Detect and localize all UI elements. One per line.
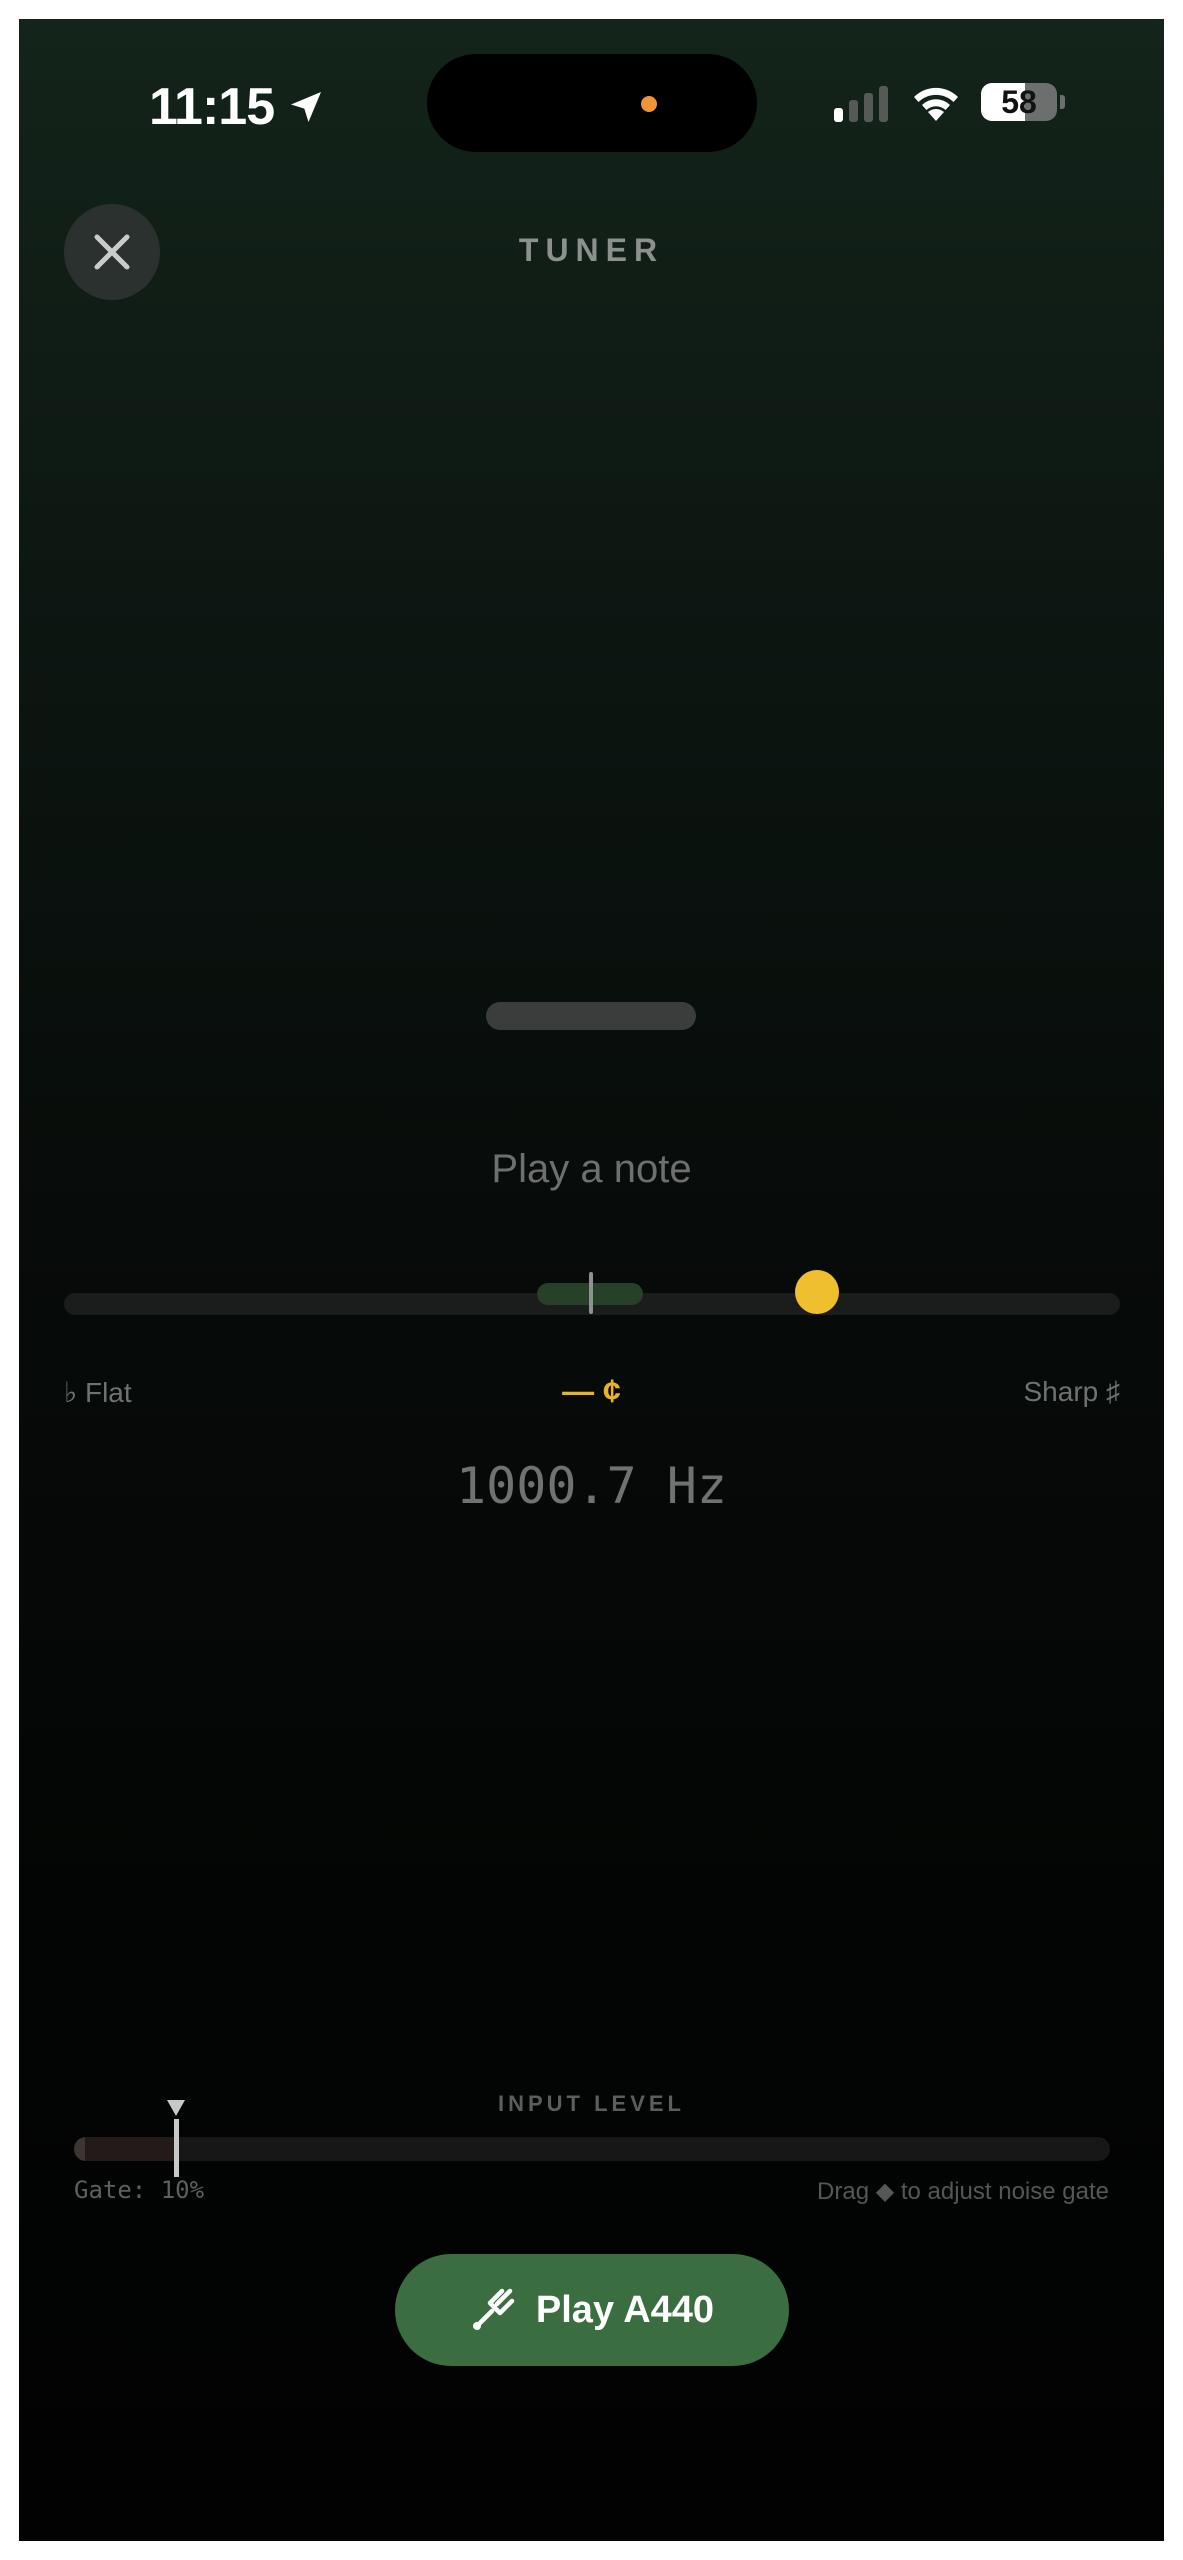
sharp-label: Sharp ♯ [1023, 1376, 1121, 1407]
status-time-group: 11:15 [149, 77, 326, 137]
tuning-fork-icon [472, 2288, 515, 2330]
tuner-screen: 11:15 58 TUNER Play a note ♭ Flat — ¢ Sh… [19, 19, 1164, 2541]
signal-bar-3 [864, 93, 873, 122]
play-a440-button[interactable]: Play A440 [395, 2254, 789, 2366]
input-level-meter [74, 2137, 1110, 2161]
wifi-icon [914, 87, 958, 121]
gate-value-label: Gate: 10% [74, 2176, 205, 2204]
signal-bar-4 [879, 86, 888, 122]
battery-cap [1060, 95, 1065, 109]
status-time: 11:15 [149, 78, 275, 136]
frequency-readout: 1000.7 Hz [456, 1457, 727, 1515]
noise-gate-handle[interactable] [167, 2100, 185, 2116]
dynamic-island [427, 54, 757, 152]
input-level-fill [74, 2137, 178, 2161]
battery-icon: 58 [981, 83, 1057, 121]
noise-gate-hint: Drag ◆ to adjust noise gate [817, 2178, 1109, 2205]
input-level-title: INPUT LEVEL [497, 2091, 685, 2116]
recording-indicator-dot [641, 96, 657, 112]
play-note-prompt: Play a note [491, 1147, 692, 1191]
noise-gate-marker[interactable] [174, 2119, 179, 2177]
cents-readout: — ¢ [562, 1373, 621, 1409]
play-button-label: Play A440 [535, 2288, 715, 2331]
signal-bar-1 [834, 108, 843, 122]
note-name-placeholder [486, 1002, 696, 1030]
cellular-signal-icon [834, 86, 888, 122]
battery-percent: 58 [1001, 84, 1037, 120]
signal-bar-2 [849, 100, 858, 122]
page-title: TUNER [518, 232, 665, 268]
pitch-indicator-dot [795, 1270, 839, 1314]
location-arrow-icon [291, 92, 322, 122]
center-tick [589, 1272, 593, 1314]
